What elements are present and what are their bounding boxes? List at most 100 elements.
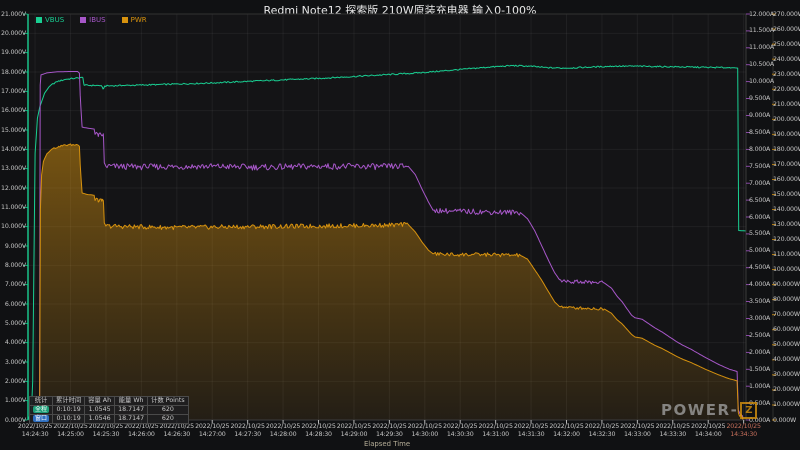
legend-item-ibus[interactable]: IBUS (80, 16, 105, 24)
stats-cell: 620 (148, 415, 189, 424)
power-axis-label: 190.000W (773, 131, 800, 138)
ibus-swatch-icon (80, 17, 86, 23)
current-axis-label: 4.500A (749, 264, 770, 271)
current-axis-label: 9.000A (749, 112, 770, 119)
stats-header: 计数 Points (148, 397, 189, 406)
power-axis-label: 50.000W (773, 341, 800, 348)
pwr-swatch-icon (122, 17, 128, 23)
stats-cell: 0:10:19 (53, 415, 85, 424)
power-axis-label: 160.000W (773, 176, 800, 183)
voltage-axis-label: 18.000V (0, 69, 26, 76)
x-axis-title: Elapsed Time (28, 440, 746, 448)
stats-cell: 1.0545 (85, 406, 115, 415)
stats-cell: 18.7147 (115, 415, 148, 424)
voltage-axis-label: 6.000V (0, 301, 26, 308)
current-axis-label: 5.500A (749, 230, 770, 237)
voltage-axis-label: 8.000V (0, 262, 26, 269)
stats-cell: 620 (148, 406, 189, 415)
voltage-axis-label: 13.000V (0, 165, 26, 172)
power-axis-label: 40.000W (773, 356, 800, 363)
voltage-axis-label: 5.000V (0, 320, 26, 327)
current-axis-label: 3.500A (749, 298, 770, 305)
current-axis-label: 9.500A (749, 95, 770, 102)
stats-cell: 0:10:19 (53, 406, 85, 415)
power-axis-label: 260.000W (773, 26, 800, 33)
stats-row-label: 窗口 (30, 415, 53, 424)
current-axis-label: 10.500A (749, 61, 774, 68)
power-axis-label: 200.000W (773, 116, 800, 123)
current-axis-label: 11.000A (749, 44, 774, 51)
current-axis-label: 1.000A (749, 383, 770, 390)
power-axis-label: 230.000W (773, 71, 800, 78)
stats-cell: 1.0546 (85, 415, 115, 424)
x-tick-label: 2022/10/2514:34:30 (721, 423, 767, 438)
power-axis-label: 110.000W (773, 251, 800, 258)
power-axis-label: 240.000W (773, 56, 800, 63)
power-axis-label: 60.000W (773, 326, 800, 333)
stats-table: 统计 累计时间 容量 Ah 能量 Wh 计数 Points 全程 0:10:19… (29, 396, 189, 424)
voltage-axis-label: 17.000V (0, 88, 26, 95)
voltage-axis-label: 9.000V (0, 243, 26, 250)
current-axis-label: 7.000A (749, 180, 770, 187)
voltage-axis-label: 1.000V (0, 397, 26, 404)
voltage-axis-label: 14.000V (0, 146, 26, 153)
vbus-swatch-icon (36, 17, 42, 23)
stats-header-row: 统计 累计时间 容量 Ah 能量 Wh 计数 Points (30, 397, 189, 406)
power-axis-label: 10.000W (773, 401, 800, 408)
legend-item-pwr[interactable]: PWR (122, 16, 147, 24)
current-axis-label: 7.500A (749, 163, 770, 170)
power-z-chart-window: Redmi Note12 探索版 210W原装充电器 输入0-100% VBUS… (0, 0, 800, 450)
power-axis-label: 20.000W (773, 386, 800, 393)
stats-header: 累计时间 (53, 397, 85, 406)
voltage-axis-label: 11.000V (0, 204, 26, 211)
stats-cell: 18.7147 (115, 406, 148, 415)
voltage-axis-label: 16.000V (0, 107, 26, 114)
current-axis-label: 10.000A (749, 78, 774, 85)
power-axis-label: 130.000W (773, 221, 800, 228)
power-axis-label: 150.000W (773, 191, 800, 198)
voltage-axis-label: 2.000V (0, 378, 26, 385)
chart-canvas (0, 0, 800, 450)
power-axis-label: 270.000W (773, 11, 800, 18)
current-axis-label: 2.000A (749, 349, 770, 356)
powerz-logo-icon: Z (740, 402, 757, 419)
current-axis-label: 4.000A (749, 281, 770, 288)
voltage-axis-label: 21.000V (0, 11, 26, 18)
current-axis-label: 5.000A (749, 247, 770, 254)
power-axis-label: 140.000W (773, 206, 800, 213)
voltage-axis-label: 10.000V (0, 223, 26, 230)
voltage-axis-label: 3.000V (0, 359, 26, 366)
stats-row-full: 全程 0:10:19 1.0545 18.7147 620 (30, 406, 189, 415)
voltage-axis-label: 7.000V (0, 281, 26, 288)
power-axis-label: 70.000W (773, 311, 800, 318)
current-axis-label: 1.500A (749, 366, 770, 373)
stats-header: 统计 (30, 397, 53, 406)
current-axis-label: 6.000A (749, 214, 770, 221)
current-axis-label: 8.500A (749, 129, 770, 136)
current-axis-label: 6.500A (749, 197, 770, 204)
power-axis-label: 170.000W (773, 161, 800, 168)
chart-legend: VBUS IBUS PWR (36, 16, 147, 24)
power-axis-label: 100.000W (773, 266, 800, 273)
stats-row-label: 全程 (30, 406, 53, 415)
stats-header: 能量 Wh (115, 397, 148, 406)
full-range-badge: 全程 (33, 406, 49, 413)
power-axis-label: 80.000W (773, 296, 800, 303)
powerz-watermark: POWER- Z (661, 401, 757, 419)
current-axis-label: 2.500A (749, 332, 770, 339)
current-axis-label: 12.000A (749, 11, 774, 18)
voltage-axis-label: 15.000V (0, 127, 26, 134)
voltage-axis-label: 4.000V (0, 339, 26, 346)
current-axis-label: 8.000A (749, 146, 770, 153)
power-axis-label: 30.000W (773, 371, 800, 378)
current-axis-label: 11.500A (749, 27, 774, 34)
current-axis-label: 3.000A (749, 315, 770, 322)
power-axis-label: 220.000W (773, 86, 800, 93)
legend-label-ibus: IBUS (89, 16, 105, 24)
power-axis-label: 120.000W (773, 236, 800, 243)
window-badge: 窗口 (33, 415, 49, 422)
stats-row-window: 窗口 0:10:19 1.0546 18.7147 620 (30, 415, 189, 424)
stats-header: 容量 Ah (85, 397, 115, 406)
power-axis-label: 180.000W (773, 146, 800, 153)
legend-item-vbus[interactable]: VBUS (36, 16, 64, 24)
